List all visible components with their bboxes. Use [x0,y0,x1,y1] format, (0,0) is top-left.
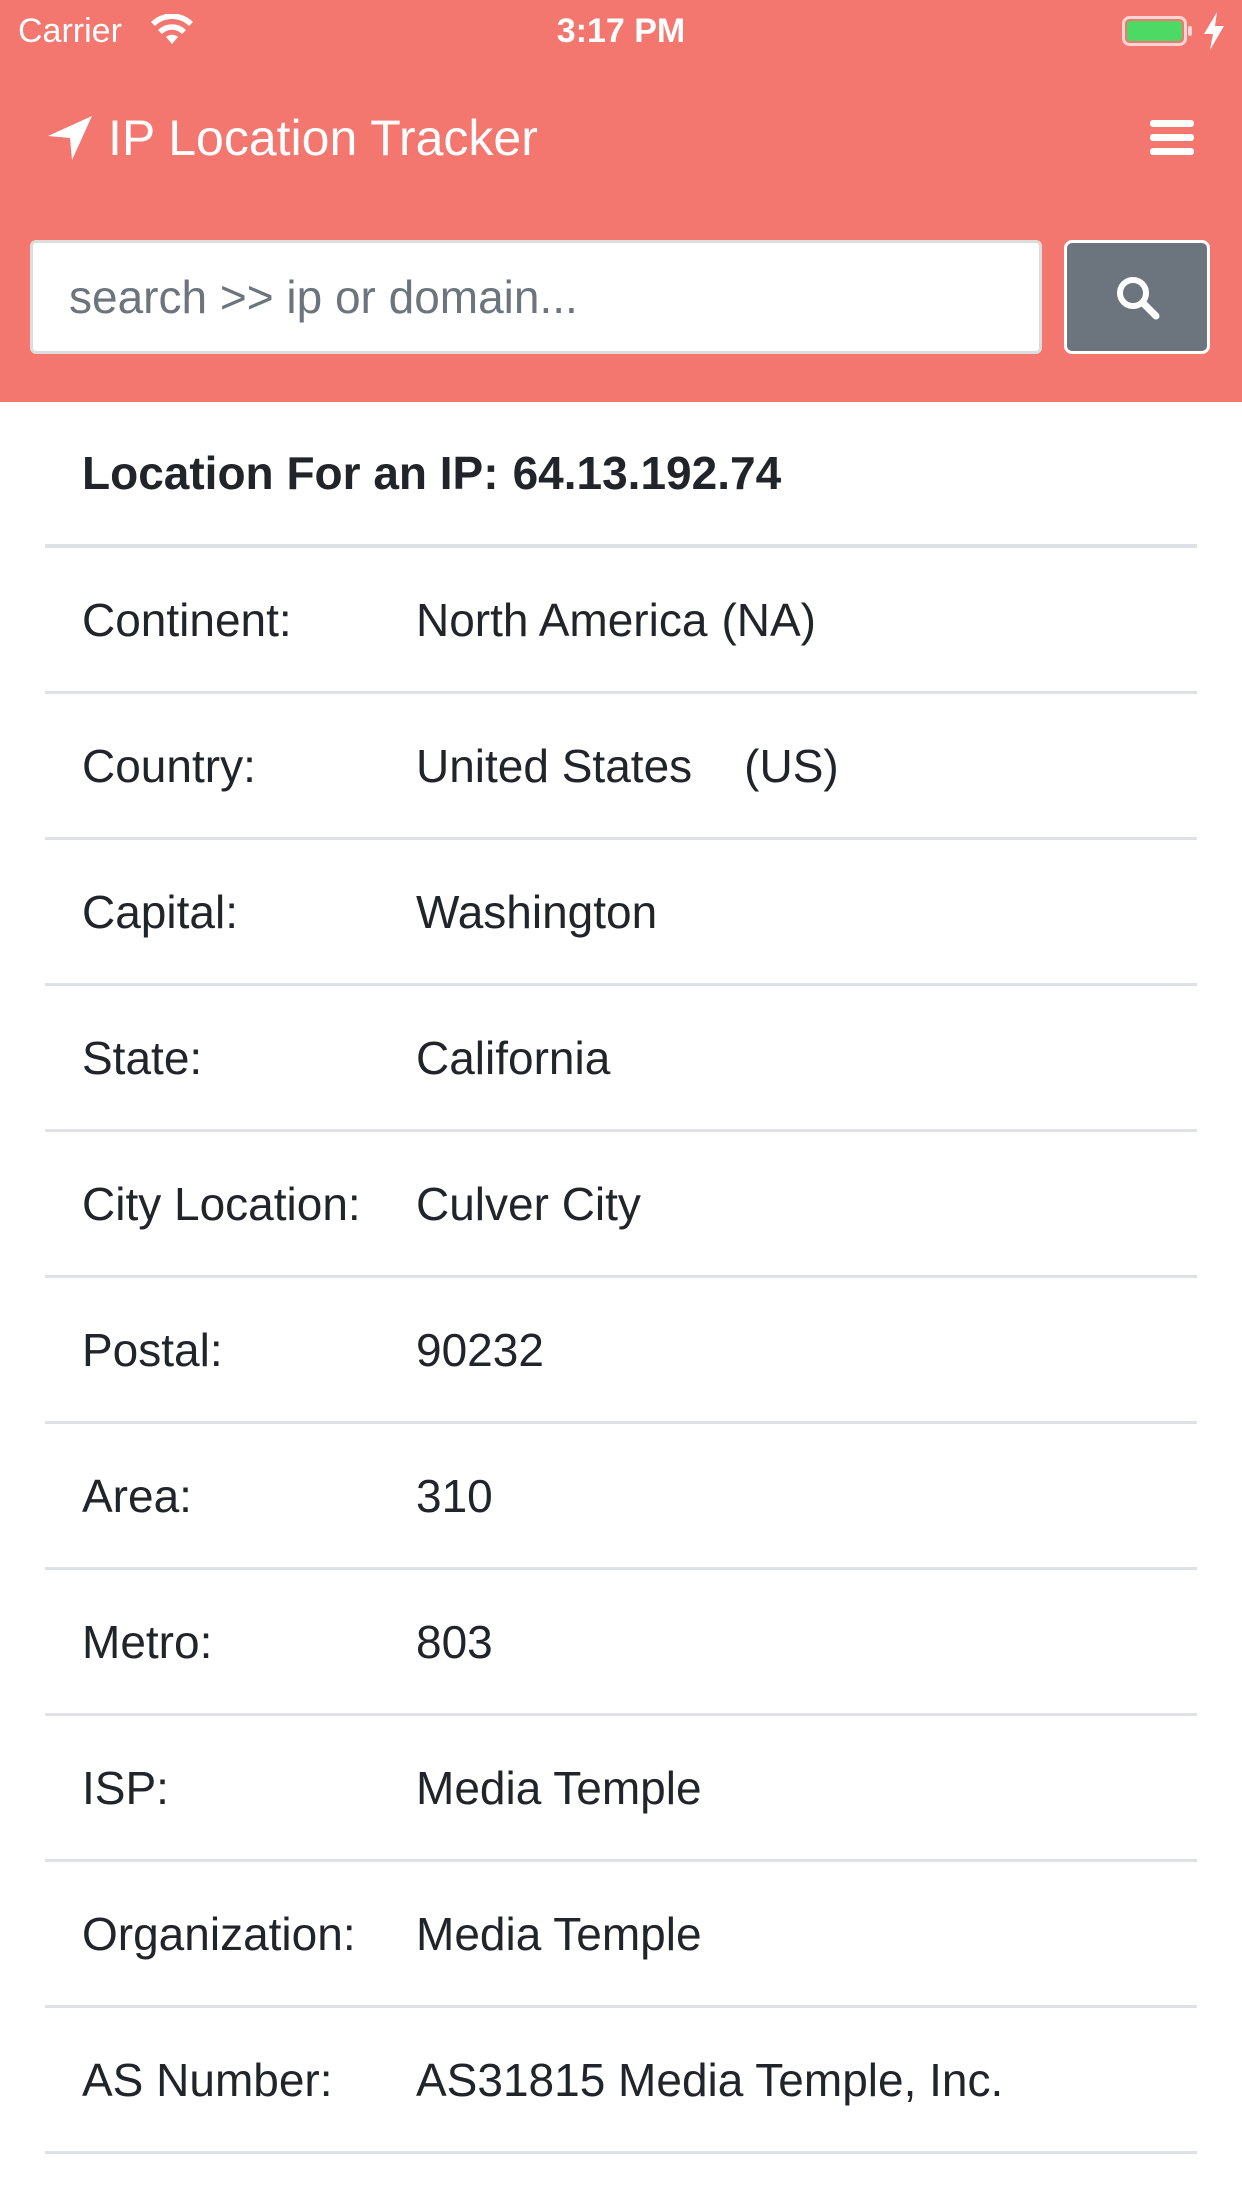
row-label: AS Number: [82,2053,333,2106]
result-ip: 64.13.192.74 [512,447,782,499]
row-label: State: [82,1031,203,1084]
app-screen: Carrier 3:17 PM IP Location Tracker sear… [0,0,1242,2208]
row-value: United States [416,739,693,792]
row-label: Capital: [82,885,238,938]
row-value-code: (US) [744,739,839,792]
row-value-cell: United States (US) [416,739,1197,793]
location-results-table: Location For an IP: 64.13.192.74 Contine… [45,402,1197,2154]
table-row: Continent: North America (NA) [45,548,1197,694]
search-input[interactable] [30,240,1042,354]
row-value-cell: 803 [416,1615,1197,1669]
result-rows: Continent: North America (NA) Country: Unite… [45,548,1197,2154]
table-row: State: California [45,986,1197,1132]
row-value: 803 [416,1615,493,1668]
row-value: Culver City [416,1177,641,1230]
row-label: Country: [82,739,256,792]
row-value-cell: Washington [416,885,1197,939]
result-heading-label: Location For an IP: [82,447,499,499]
row-value-cell: Media Temple [416,1761,1197,1815]
row-label: City Location: [82,1177,361,1230]
brand-link[interactable]: IP Location Tracker [46,108,538,168]
clock: 3:17 PM [556,12,686,50]
row-label: Metro: [82,1615,213,1668]
row-value: AS31815 Media Temple, Inc. [416,2053,1004,2106]
row-value: 310 [416,1469,493,1522]
row-value: Media Temple [416,1761,702,1814]
row-label: Continent: [82,593,292,646]
row-label: ISP: [82,1761,169,1814]
status-bar: Carrier 3:17 PM [0,0,1242,62]
row-label: Organization: [82,1907,356,1960]
row-value-cell: 90232 [416,1323,1197,1377]
search-icon [1117,277,1160,320]
battery-icon [1122,16,1192,46]
table-row: Postal: 90232 [45,1278,1197,1424]
row-value: Washington [416,885,658,938]
table-row: Area: 310 [45,1424,1197,1570]
table-row: Organization: Media Temple [45,1862,1197,2008]
table-row: Country: United States (US) [45,694,1197,840]
menu-toggle-button[interactable] [1144,114,1200,162]
table-row: ISP: Media Temple [45,1716,1197,1862]
result-heading: Location For an IP: 64.13.192.74 [45,402,1197,548]
table-row: City Location: Culver City [45,1132,1197,1278]
row-value: North America [416,593,708,646]
row-value-code: (NA) [721,593,816,646]
row-value-cell: Culver City [416,1177,1197,1231]
row-value-cell: AS31815 Media Temple, Inc. [416,2053,1197,2107]
navbar: IP Location Tracker [0,90,1242,186]
row-label: Area: [82,1469,192,1522]
charging-bolt-icon [1204,12,1224,50]
row-value: 90232 [416,1323,544,1376]
row-value-cell: North America (NA) [416,593,1197,647]
row-value-cell: California [416,1031,1197,1085]
search-button[interactable] [1064,240,1210,354]
hamburger-menu-icon [1150,120,1194,155]
row-value: California [416,1031,611,1084]
header: Carrier 3:17 PM IP Location Tracker sear… [0,0,1242,402]
row-value-cell: Media Temple [416,1907,1197,1961]
row-label: Postal: [82,1323,223,1376]
table-row: Metro: 803 [45,1570,1197,1716]
location-arrow-icon [48,116,92,160]
table-row: Capital: Washington [45,840,1197,986]
app-title: IP Location Tracker [108,110,538,166]
table-row: AS Number: AS31815 Media Temple, Inc. [45,2008,1197,2154]
row-value-cell: 310 [416,1469,1197,1523]
row-value: Media Temple [416,1907,702,1960]
